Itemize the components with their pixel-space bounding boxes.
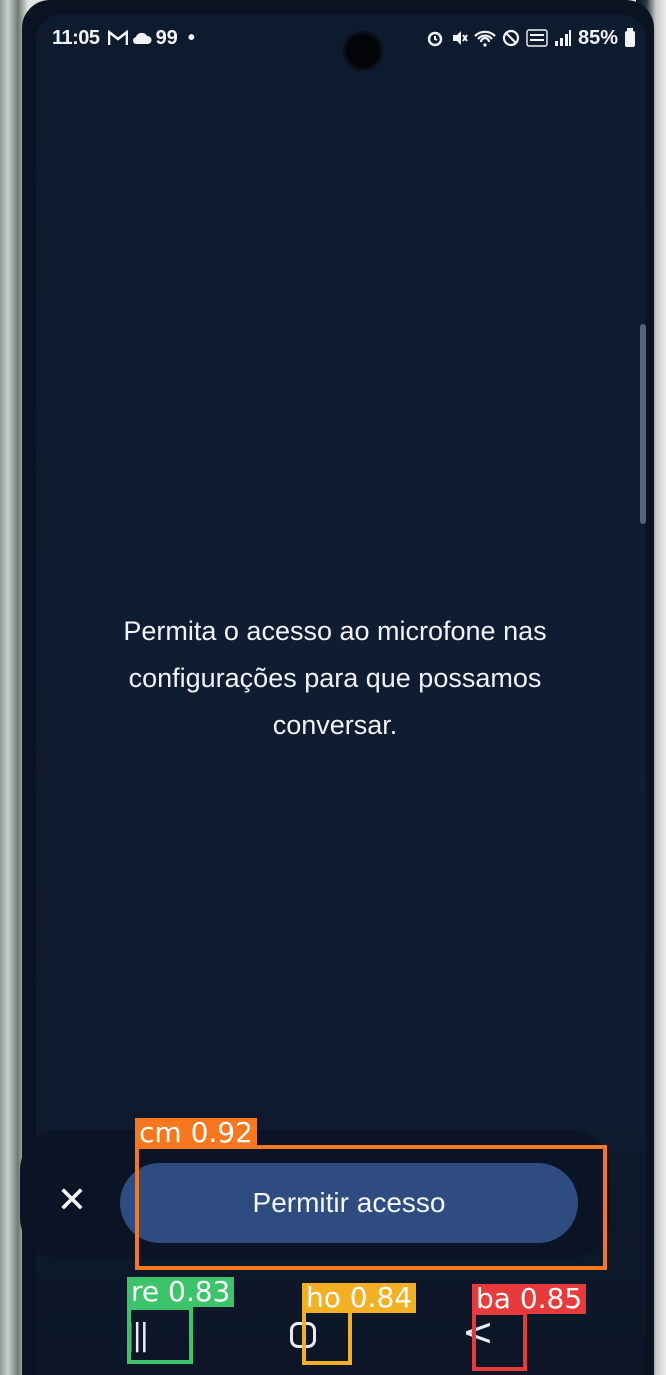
- battery-icon: [625, 28, 635, 47]
- status-time: 11:05: [52, 26, 100, 49]
- detection-box-cm: [135, 1145, 607, 1270]
- notification-icons: 99 •: [107, 26, 195, 50]
- detection-box-ba: [472, 1311, 527, 1371]
- microphone-permission-message: Permita o acesso ao microfone nas config…: [123, 616, 547, 740]
- detection-box-ho: [302, 1309, 352, 1365]
- notification-count: 99: [155, 26, 178, 49]
- cloud-icon: [132, 32, 152, 45]
- detection-label-ba: ba 0.85: [472, 1284, 587, 1314]
- status-bar: 11:05 99 • 85%: [52, 22, 636, 54]
- signal-icon: [554, 30, 571, 46]
- volte-icon: [526, 29, 548, 47]
- close-button[interactable]: ✕: [52, 1180, 92, 1220]
- status-right-icons: 85%: [426, 27, 636, 50]
- detection-label-re: re 0.83: [127, 1277, 235, 1307]
- battery-percent: 85%: [577, 26, 618, 49]
- dnd-icon: [502, 29, 520, 47]
- notification-dot: •: [187, 26, 195, 49]
- detection-box-re: [127, 1306, 193, 1364]
- detection-label-cm: cm 0.92: [135, 1118, 257, 1148]
- scrollbar[interactable]: [640, 324, 646, 524]
- alarm-icon: [427, 31, 443, 47]
- wifi-icon: [474, 30, 496, 47]
- mute-icon: [452, 31, 468, 45]
- gmail-icon: [107, 30, 128, 45]
- detection-label-ho: ho 0.84: [302, 1283, 417, 1313]
